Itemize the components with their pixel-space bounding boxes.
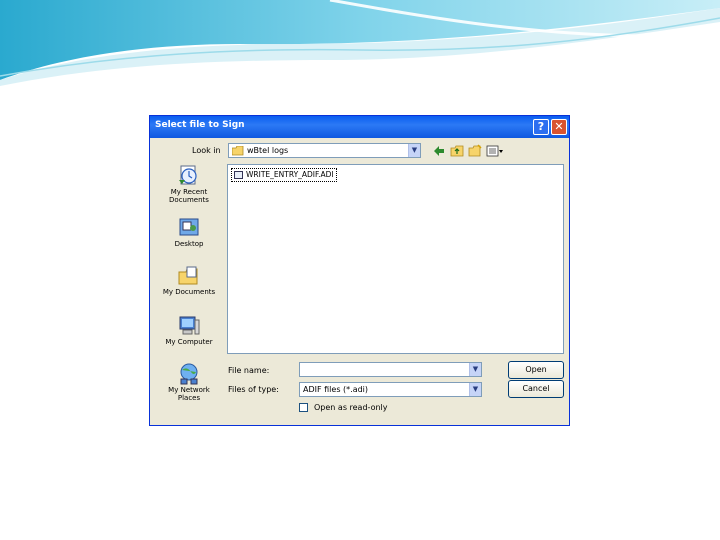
new-folder-icon[interactable] <box>468 144 482 158</box>
look-in-dropdown[interactable]: wBtel logs ▼ <box>228 143 421 158</box>
recent-documents-icon <box>179 165 197 185</box>
network-places-icon <box>180 363 198 385</box>
list-item[interactable]: WRITE_ENTRY_ADIF.ADI <box>231 168 337 182</box>
look-in-label: Look in <box>192 146 221 155</box>
file-icon <box>234 171 243 179</box>
file-type-dropdown[interactable]: ADIF files (*.adi) ▼ <box>299 382 482 397</box>
dialog-title: Select file to Sign <box>155 120 245 130</box>
read-only-label: Open as read-only <box>314 403 388 412</box>
dialog-title-bar[interactable]: Select file to Sign ? ✕ <box>150 116 569 138</box>
file-name-label: WRITE_ENTRY_ADIF.ADI <box>246 170 334 179</box>
file-list[interactable]: WRITE_ENTRY_ADIF.ADI <box>227 164 564 354</box>
place-my-computer[interactable]: My Computer <box>156 314 222 346</box>
place-my-recent-documents[interactable]: My Recent Documents <box>156 164 222 204</box>
place-my-network-places[interactable]: My Network Places <box>156 362 222 402</box>
read-only-checkbox[interactable] <box>299 403 308 412</box>
file-name-label: File name: <box>228 366 270 375</box>
close-button[interactable]: ✕ <box>551 119 567 135</box>
select-file-dialog: Select file to Sign ? ✕ Look in wBtel lo… <box>149 115 570 426</box>
look-in-value: wBtel logs <box>247 146 289 155</box>
file-type-value: ADIF files (*.adi) <box>303 385 369 394</box>
chevron-down-icon[interactable]: ▼ <box>469 383 481 396</box>
file-name-input[interactable]: ▼ <box>299 362 482 377</box>
place-my-documents[interactable]: My Documents <box>156 264 222 296</box>
file-type-label: Files of type: <box>228 385 279 394</box>
up-folder-icon[interactable] <box>450 144 464 158</box>
my-documents-icon <box>178 266 198 285</box>
open-button[interactable]: Open <box>508 361 564 379</box>
help-button[interactable]: ? <box>533 119 549 135</box>
desktop-icon <box>179 218 199 236</box>
chevron-down-icon[interactable]: ▼ <box>469 363 481 376</box>
my-computer-icon <box>179 316 200 335</box>
back-arrow-icon[interactable] <box>432 144 446 158</box>
places-bar: My Recent Documents Desktop My Documents… <box>156 164 222 422</box>
cancel-button[interactable]: Cancel <box>508 380 564 398</box>
chevron-down-icon[interactable]: ▼ <box>408 144 420 157</box>
folder-icon <box>232 146 244 156</box>
place-desktop[interactable]: Desktop <box>156 216 222 248</box>
view-menu-icon[interactable] <box>486 144 504 158</box>
